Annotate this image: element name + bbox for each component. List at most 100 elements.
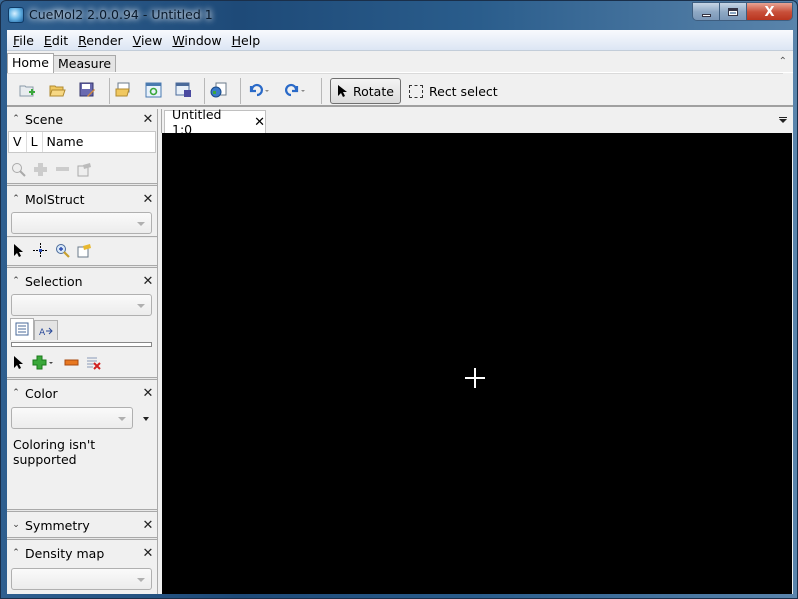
menu-file[interactable]: File [9,33,38,48]
density-map-pane-header[interactable]: ⌃ Density map ✕ [7,543,157,563]
properties-icon[interactable] [77,243,92,258]
client-area: File Edit Render View Window Help Home M… [7,30,793,594]
center-icon[interactable] [33,243,48,258]
add-selection-icon[interactable] [32,355,54,370]
close-button[interactable]: X [747,3,792,20]
menu-mnemonic: H [231,32,242,48]
close-pane-icon[interactable]: ✕ [139,386,157,401]
pointer-icon[interactable] [11,243,26,258]
collapse-icon[interactable]: ⌃ [7,114,25,124]
menu-label: elp [241,32,261,48]
chevron-down-icon [137,222,145,226]
density-map-combo[interactable] [11,568,152,590]
selection-text-field[interactable] [11,342,152,347]
tab-list-menu-icon[interactable] [779,117,787,123]
color-status-message: Coloring isn't supported [13,437,96,467]
toolbar-separator [321,78,322,104]
menu-bar: File Edit Render View Window Help [7,30,793,51]
application-window: CueMol2 2.0.0.94 - Untitled 1 X File Edi… [0,0,798,599]
column-visible[interactable]: V [9,132,27,152]
clear-selection-icon[interactable] [86,355,101,370]
rotate-mode-button[interactable]: Rotate [330,78,401,104]
collapse-icon[interactable]: ⌃ [7,388,25,398]
pane-divider[interactable] [7,183,157,186]
pane-divider[interactable] [7,377,157,380]
symmetry-pane-header[interactable]: ⌄ Symmetry ✕ [7,515,157,535]
column-name[interactable]: Name [43,132,88,152]
open-scene-icon[interactable] [115,82,132,98]
tab-measure[interactable]: Measure [53,55,117,72]
color-pane-header[interactable]: ⌃ Color ✕ [7,383,157,403]
properties-icon[interactable] [77,162,92,177]
zoom-icon[interactable] [55,243,70,258]
save-icon[interactable] [79,82,96,98]
menu-mnemonic: W [172,32,185,48]
web-document-icon[interactable] [210,82,227,98]
close-pane-icon[interactable]: ✕ [139,546,157,561]
chevron-down-icon [118,417,126,421]
app-icon[interactable] [8,7,24,23]
scene-pane-header[interactable]: ⌃ Scene ✕ [7,109,157,129]
molstruct-combo[interactable] [11,212,152,234]
menu-help[interactable]: Help [228,33,265,48]
new-file-icon[interactable] [19,82,36,98]
selection-text-tab[interactable]: A [34,320,58,340]
pane-divider[interactable] [7,509,157,512]
zoom-in-icon[interactable] [11,162,26,177]
molecule-viewport[interactable] [162,133,792,594]
remove-selection-icon[interactable] [64,355,79,370]
menu-view[interactable]: View [129,33,167,48]
rect-select-button[interactable]: Rect select [409,78,498,104]
menu-edit[interactable]: Edit [40,33,72,48]
menu-label: ender [86,32,123,48]
chevron-down-icon [137,304,145,308]
pointer-icon[interactable] [11,355,26,370]
add-icon[interactable] [33,162,48,177]
list-view-icon [15,322,29,336]
window-controls: X [692,2,793,21]
expand-icon[interactable]: ⌄ [7,520,25,530]
color-pane-title: Color [25,385,58,401]
chevron-down-icon [137,578,145,582]
undo-icon[interactable] [248,82,270,98]
collapse-ribbon-button[interactable]: ⌃ [779,56,787,67]
close-pane-icon[interactable]: ✕ [139,112,157,127]
ribbon-tabs: Home Measure ⌃ [7,52,793,73]
collapse-icon[interactable]: ⌃ [7,194,25,204]
toolbar-separator [109,78,110,104]
minimize-button[interactable] [693,3,720,20]
collapse-icon[interactable]: ⌃ [7,548,25,558]
close-pane-icon[interactable]: ✕ [139,518,157,533]
collapse-icon[interactable]: ⌃ [7,276,25,286]
molstruct-pane-header[interactable]: ⌃ MolStruct ✕ [7,189,157,209]
redo-icon[interactable] [284,82,306,98]
color-combo[interactable] [11,407,133,429]
column-locked[interactable]: L [27,132,43,152]
pane-divider[interactable] [7,265,157,268]
open-folder-icon[interactable] [49,82,66,98]
text-edit-icon: A [39,327,53,338]
save-scene-icon[interactable] [175,82,192,98]
refresh-view-icon[interactable] [145,82,162,98]
remove-icon[interactable] [55,162,70,177]
color-menu-icon[interactable] [143,417,149,421]
menu-render[interactable]: Render [74,33,127,48]
close-tab-icon[interactable]: ✕ [254,115,265,130]
svg-text:A: A [39,328,46,337]
symmetry-pane-title: Symmetry [25,517,90,533]
minimize-icon [701,13,711,17]
pane-divider[interactable] [7,537,157,540]
selection-combo[interactable] [11,294,152,316]
menu-label: dit [51,32,69,48]
close-pane-icon[interactable]: ✕ [139,274,157,289]
selection-list-tab[interactable] [10,318,34,340]
close-pane-icon[interactable]: ✕ [139,192,157,207]
tab-home[interactable]: Home [7,53,54,73]
selection-pane-title: Selection [25,273,83,289]
density-map-pane-title: Density map [25,545,105,561]
selection-pane-header[interactable]: ⌃ Selection ✕ [7,271,157,291]
maximize-button[interactable] [720,3,747,20]
menu-window[interactable]: Window [168,33,225,48]
title-bar[interactable]: CueMol2 2.0.0.94 - Untitled 1 X [1,1,798,29]
document-tab[interactable]: Untitled 1:0 ✕ [164,107,266,137]
